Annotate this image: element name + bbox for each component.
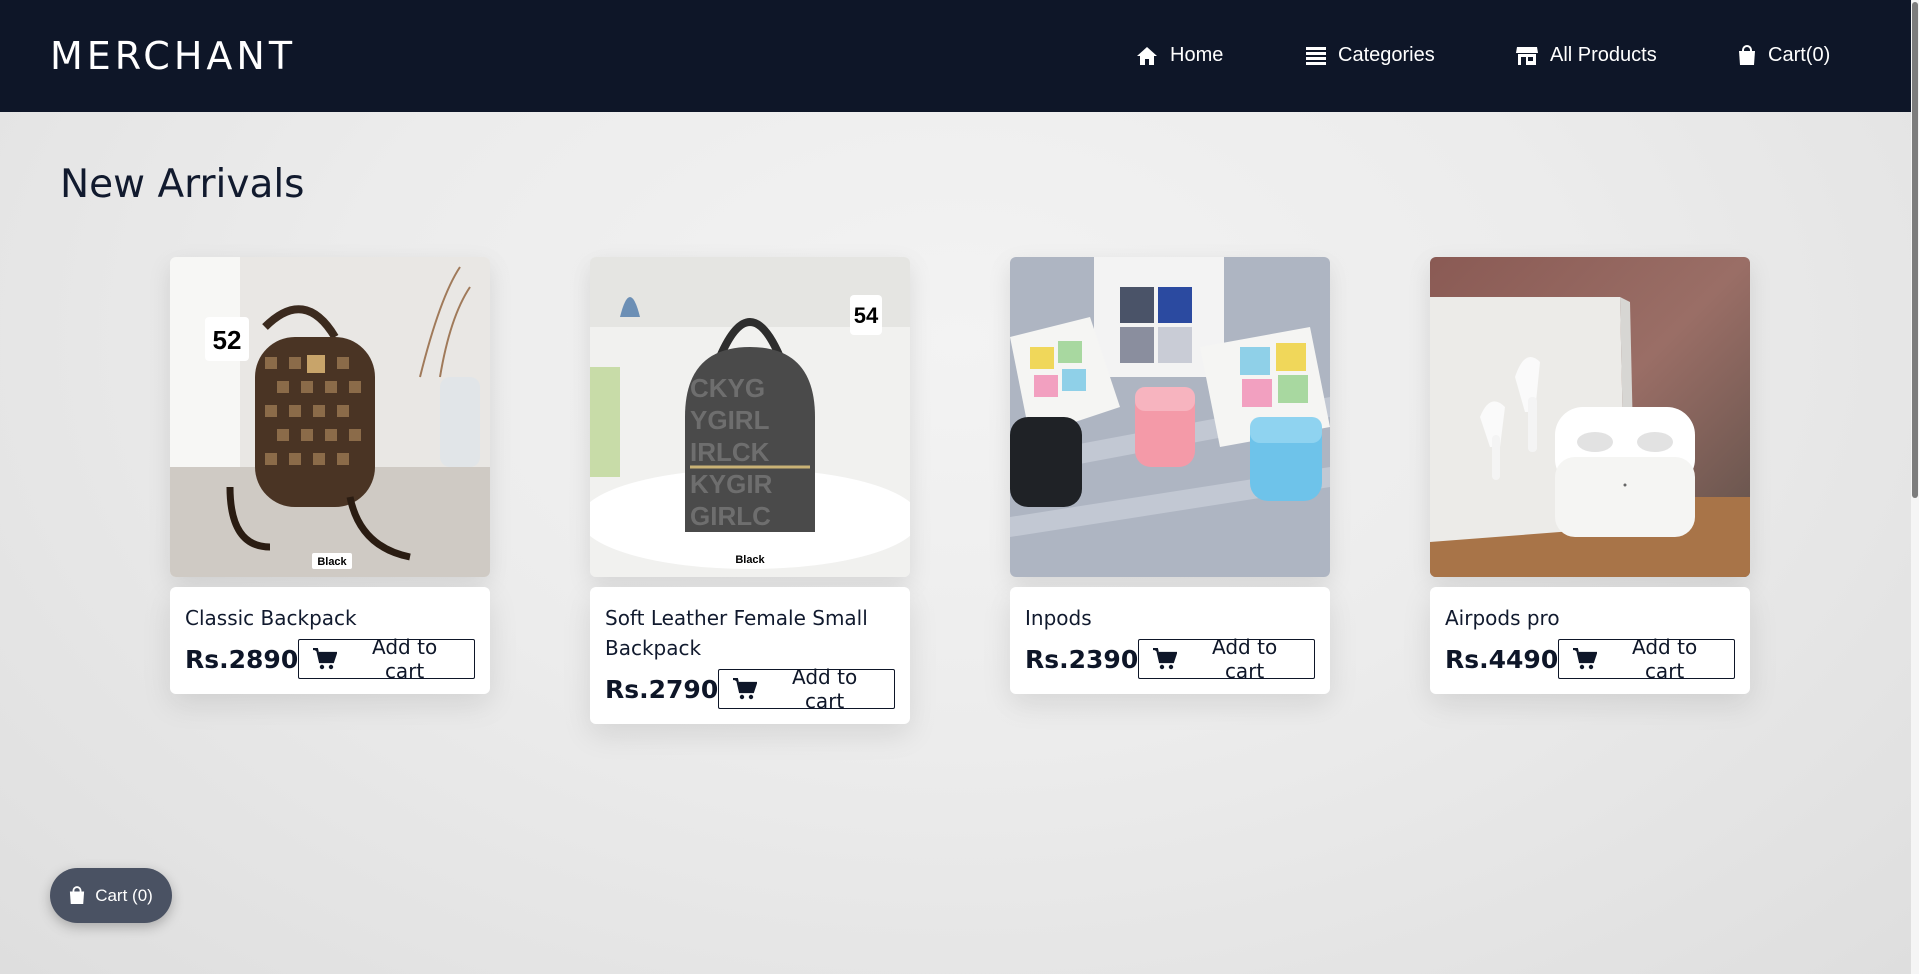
add-to-cart-label: Add to cart [372, 635, 438, 683]
shopping-bag-icon [1738, 45, 1756, 66]
add-to-cart-button[interactable]: Add to cart [718, 665, 895, 713]
home-icon [1136, 46, 1158, 66]
nav-home-label: Home [1170, 44, 1224, 66]
product-name[interactable]: Classic Backpack [185, 603, 475, 633]
product-price: Rs.4490 [1445, 644, 1559, 674]
add-to-cart-button[interactable]: Add to cart [298, 635, 475, 683]
product-card: Airpods pro Rs.4490 Add to cart [1430, 257, 1750, 694]
list-icon [1306, 46, 1326, 65]
product-name[interactable]: Airpods pro [1445, 603, 1735, 633]
nav-categories-label: Categories [1338, 44, 1435, 66]
add-to-cart-button[interactable]: Add to cart [1138, 635, 1315, 683]
product-card: 52 Black Classic Backpack Rs.2890 Add to… [170, 257, 490, 694]
svg-text:YGIRL: YGIRL [690, 405, 770, 435]
top-navbar: MERCHANT Home Categories All Products Ca… [0, 0, 1919, 112]
nav-home[interactable]: Home [1136, 44, 1223, 67]
product-info: Soft Leather Female Small Backpack Rs.27… [590, 587, 910, 724]
svg-text:KYGIR: KYGIR [690, 469, 773, 499]
product-info: Inpods Rs.2390 Add to cart [1010, 587, 1330, 694]
svg-text:IRLCK: IRLCK [690, 437, 770, 467]
product-info: Airpods pro Rs.4490 Add to cart [1430, 587, 1750, 694]
product-price: Rs.2890 [185, 644, 299, 674]
nav-cart-label: Cart(0) [1768, 44, 1831, 66]
product-card: CKYG YGIRL IRLCK KYGIR GIRLC 54 Black So… [590, 257, 910, 724]
product-image[interactable]: 52 Black [170, 257, 490, 577]
product-price: Rs.2790 [605, 674, 719, 704]
store-icon [1516, 46, 1538, 66]
product-badge: 54 [854, 303, 879, 328]
scrollbar-thumb[interactable] [1912, 2, 1918, 498]
product-name[interactable]: Inpods [1025, 603, 1315, 633]
add-to-cart-button[interactable]: Add to cart [1558, 635, 1735, 683]
svg-text:CKYG: CKYG [690, 373, 765, 403]
cart-icon [1573, 648, 1598, 670]
product-price: Rs.2390 [1025, 644, 1139, 674]
scrollbar[interactable] [1911, 0, 1919, 974]
add-to-cart-label: Add to cart [792, 665, 858, 713]
brand-logo[interactable]: MERCHANT [50, 34, 296, 78]
nav-all-products[interactable]: All Products [1516, 44, 1657, 67]
nav-cart[interactable]: Cart(0) [1738, 44, 1830, 67]
add-to-cart-label: Add to cart [1212, 635, 1278, 683]
shopping-bag-icon [69, 886, 85, 905]
cart-icon [313, 648, 338, 670]
nav-all-products-label: All Products [1550, 44, 1657, 66]
cart-icon [733, 678, 758, 700]
product-badge: 52 [213, 325, 242, 355]
product-image[interactable]: CKYG YGIRL IRLCK KYGIR GIRLC 54 Black [590, 257, 910, 577]
product-color-tag: Black [317, 556, 347, 568]
product-info: Classic Backpack Rs.2890 Add to cart [170, 587, 490, 694]
section-title: New Arrivals [60, 162, 305, 207]
product-name[interactable]: Soft Leather Female Small Backpack [605, 603, 895, 663]
floating-cart-button[interactable]: Cart (0) [50, 868, 172, 923]
product-image[interactable] [1010, 257, 1330, 577]
product-image[interactable] [1430, 257, 1750, 577]
floating-cart-label: Cart (0) [95, 885, 153, 905]
product-card: Inpods Rs.2390 Add to cart [1010, 257, 1330, 694]
nav-categories[interactable]: Categories [1306, 44, 1435, 67]
add-to-cart-label: Add to cart [1632, 635, 1698, 683]
product-color-tag: Black [735, 554, 765, 566]
svg-text:GIRLC: GIRLC [690, 501, 771, 531]
cart-icon [1153, 648, 1178, 670]
